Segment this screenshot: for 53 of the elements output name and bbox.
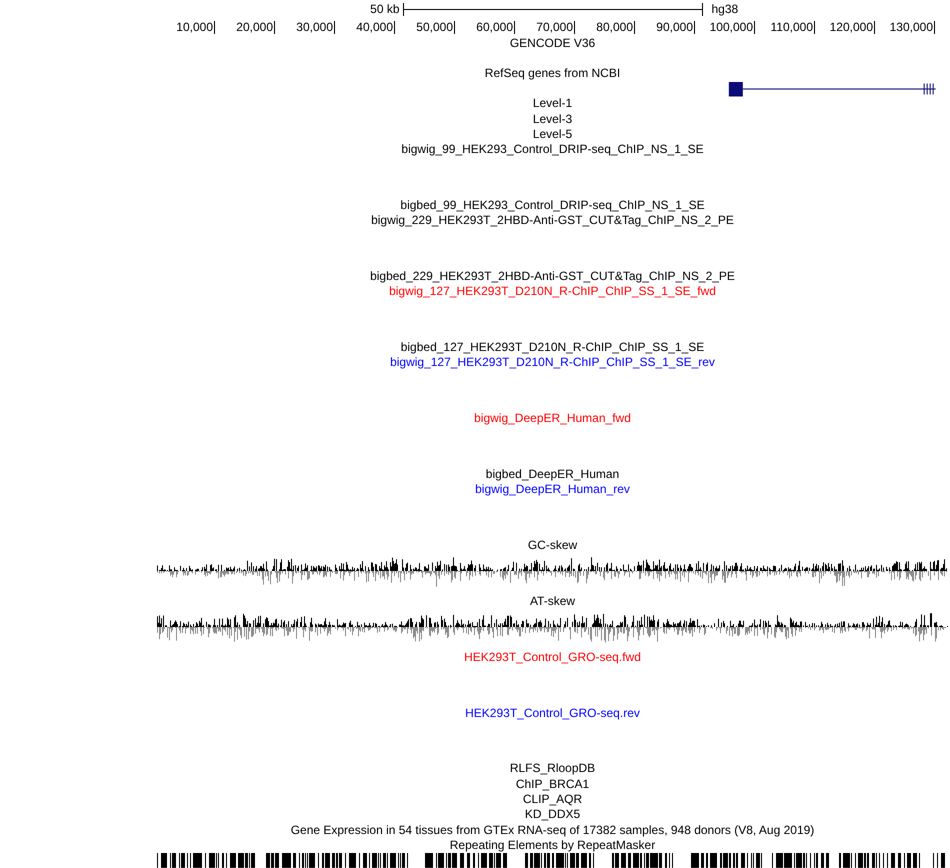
track-label: bigwig_DeepER_Human_fwd: [474, 411, 631, 427]
ruler-tick: [394, 20, 395, 34]
track-label: GENCODE V36: [510, 36, 596, 52]
ruler-tick: [874, 20, 875, 34]
track-label: Level-1: [532, 96, 572, 112]
assembly-label: hg38: [712, 2, 738, 16]
coordinate-label: 40,000: [356, 20, 393, 34]
ruler-tick: [334, 20, 335, 34]
track-label: bigwig_127_HEK293T_D210N_R-ChIP_ChIP_SS_1_SE_fwd: [389, 284, 716, 300]
ruler-tick: [454, 20, 455, 34]
coordinate-label: 60,000: [476, 20, 513, 34]
track-label: CLIP_AQR: [522, 792, 582, 808]
ruler-tick: [514, 20, 515, 34]
track-label: RLFS_RloopDB: [510, 761, 596, 777]
ruler-tick: [754, 20, 755, 34]
track-label: GC-skew: [528, 538, 578, 554]
track-label: HEK293T_Control_GRO-seq.fwd: [464, 650, 641, 666]
ruler-tick: [634, 20, 635, 34]
coordinate-label: 50,000: [416, 20, 453, 34]
track-label: Gene Expression in 54 tissues from GTEx RNA-seq of 17382 samples, 948 donors (V8, Aug 2019): [290, 822, 814, 838]
coordinate-label: 70,000: [536, 20, 573, 34]
coordinate-label: 80,000: [596, 20, 633, 34]
ruler-tick: [694, 20, 695, 34]
coordinate-label: 110,000: [770, 20, 813, 34]
scale-bar-label: 50 kb: [370, 2, 400, 16]
track-label: RefSeq genes from NCBI: [484, 66, 620, 82]
coordinate-label: 120,000: [830, 20, 873, 34]
coordinate-label: 20,000: [236, 20, 273, 34]
track-label: bigwig_229_HEK293T_2HBD-Anti-GST_CUT&Tag_ChIP_NS_2_PE: [371, 213, 734, 229]
track-label: bigbed_99_HEK293_Control_DRIP-seq_ChIP_NS_1_SE: [400, 198, 705, 214]
track-label: Level-3: [532, 112, 572, 127]
ruler-tick: [934, 20, 935, 34]
track-label: Level-5: [532, 126, 572, 142]
track-label: Repeating Elements by RepeatMasker: [450, 838, 656, 854]
track-label: KD_DDX5: [524, 807, 580, 823]
coordinate-label: 30,000: [296, 20, 333, 34]
track-label: AT-skew: [530, 594, 576, 610]
coordinate-label: 10,000: [176, 20, 213, 34]
coordinate-label: 130,000: [890, 20, 933, 34]
ruler-tick: [274, 20, 275, 34]
track-label: bigbed_DeepER_Human: [486, 467, 620, 482]
track-label: HEK293T_Control_GRO-seq.rev: [465, 706, 640, 721]
ruler-tick: [814, 20, 815, 34]
ruler-tick: [574, 20, 575, 34]
coordinate-label: 100,000: [710, 20, 753, 34]
ruler-tick: [214, 20, 215, 34]
track-label: ChIP_BRCA1: [516, 776, 590, 792]
track-label: bigwig_127_HEK293T_D210N_R-ChIP_ChIP_SS_1_SE_rev: [390, 355, 715, 371]
track-label: bigbed_229_HEK293T_2HBD-Anti-GST_CUT&Tag_ChIP_NS_2_PE: [370, 269, 735, 284]
track-label: bigbed_127_HEK293T_D210N_R-ChIP_ChIP_SS_1_SE: [400, 340, 704, 356]
track-label: bigwig_99_HEK293_Control_DRIP-seq_ChIP_NS_1_SE: [401, 142, 704, 158]
coordinate-label: 90,000: [656, 20, 693, 34]
track-label: bigwig_DeepER_Human_rev: [475, 482, 630, 498]
